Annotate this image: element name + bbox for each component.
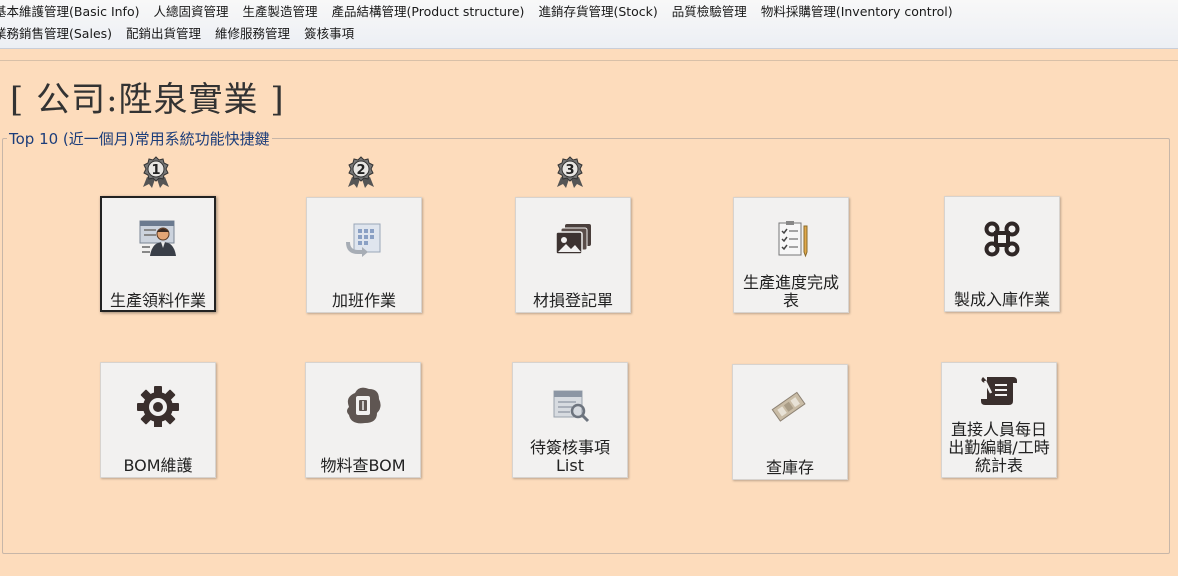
rank-1-label: 1 <box>151 163 160 178</box>
rank-3-label: 3 <box>565 163 574 178</box>
shortcut-material-requisition[interactable]: 生產領料作業 <box>100 196 216 312</box>
menu-item-product-structure[interactable]: 產品結構管理(Product structure) <box>326 2 533 22</box>
tile-label: 加班作業 <box>331 291 396 310</box>
rank-2-medal-icon: 2 <box>344 155 378 189</box>
photos-icon <box>516 218 630 262</box>
tile-label: 查庫存 <box>765 458 814 477</box>
tile-label: 製成入庫作業 <box>953 290 1050 309</box>
shortcut-attendance-hours[interactable]: 直接人員每日出勤編輯/工時統計表 <box>941 362 1057 478</box>
stock-icon <box>733 385 847 429</box>
shortcut-production-progress[interactable]: 生產進度完成表 <box>733 197 849 313</box>
overtime-icon <box>307 218 421 262</box>
worker-icon <box>102 218 214 262</box>
checklist-icon <box>734 218 848 262</box>
gear-icon <box>101 383 215 427</box>
document-icon <box>306 383 420 427</box>
menu-item-production[interactable]: 生產製造管理 <box>237 2 326 22</box>
tile-label: 生產進度完成表 <box>742 273 839 310</box>
menu-row-1: 基本維護管理(Basic Info) 人總固資管理 生產製造管理 產品結構管理(… <box>0 2 961 22</box>
menu-item-personnel-assets[interactable]: 人總固資管理 <box>147 2 236 22</box>
menu-item-inventory-control[interactable]: 物料採購管理(Inventory control) <box>755 2 961 22</box>
shortcut-material-bom-lookup[interactable]: 物料查BOM <box>305 362 421 478</box>
tile-label: 物料查BOM <box>320 456 406 475</box>
menu-bar: 基本維護管理(Basic Info) 人總固資管理 生產製造管理 產品結構管理(… <box>0 0 1178 49</box>
tile-label: 待簽核事項List <box>529 438 610 475</box>
tile-label: 材損登記單 <box>532 291 613 310</box>
shortcut-overtime[interactable]: 加班作業 <box>306 197 422 313</box>
menu-row-2: 業務銷售管理(Sales) 配銷出貨管理 維修服務管理 簽核事項 <box>0 24 362 44</box>
scroll-icon <box>942 371 1056 415</box>
command-icon <box>945 217 1059 261</box>
menu-item-service[interactable]: 維修服務管理 <box>209 24 298 44</box>
shortcut-material-loss[interactable]: 材損登記單 <box>515 197 631 313</box>
shortcuts-panel: Top 10 (近一個月)常用系統功能快捷鍵 <box>2 128 1170 554</box>
tile-label: BOM維護 <box>123 456 193 475</box>
shortcut-bom-maintenance[interactable]: BOM維護 <box>100 362 216 478</box>
rank-2-label: 2 <box>356 163 365 178</box>
tile-label: 直接人員每日出勤編輯/工時統計表 <box>948 420 1050 475</box>
rank-1-medal-icon: 1 <box>139 155 173 189</box>
menu-item-basic-info[interactable]: 基本維護管理(Basic Info) <box>0 2 147 22</box>
menu-item-quality[interactable]: 品質檢驗管理 <box>666 2 755 22</box>
shortcut-finished-goods-receipt[interactable]: 製成入庫作業 <box>944 196 1060 312</box>
divider <box>0 60 1178 61</box>
menu-item-approvals[interactable]: 簽核事項 <box>298 24 362 44</box>
shortcuts-legend: Top 10 (近一個月)常用系統功能快捷鍵 <box>9 130 270 148</box>
tile-label: 生產領料作業 <box>109 291 206 310</box>
menu-item-shipping[interactable]: 配銷出貨管理 <box>120 24 209 44</box>
company-title: [ 公司:陞泉實業 ] <box>10 80 285 120</box>
menu-item-stock[interactable]: 進銷存貨管理(Stock) <box>532 2 665 22</box>
shortcut-pending-approvals[interactable]: 待簽核事項List <box>512 362 628 478</box>
menu-item-sales[interactable]: 業務銷售管理(Sales) <box>0 24 120 44</box>
rank-3-medal-icon: 3 <box>553 155 587 189</box>
inspect-icon <box>513 383 627 427</box>
shortcut-stock-inquiry[interactable]: 查庫存 <box>732 364 848 480</box>
